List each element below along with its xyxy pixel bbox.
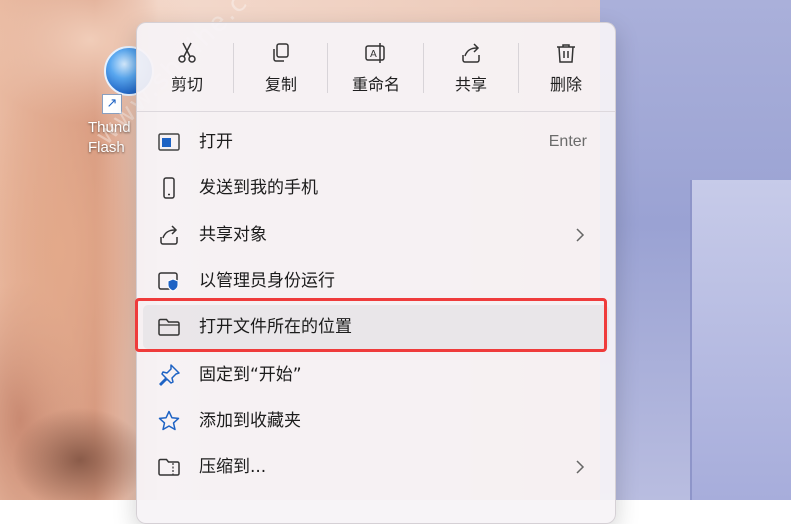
toolbar-separator bbox=[327, 43, 328, 93]
chevron-right-icon bbox=[576, 228, 585, 242]
toolbar-separator bbox=[233, 43, 234, 93]
rename-button[interactable]: A 重命名 bbox=[334, 35, 418, 101]
rename-icon: A bbox=[365, 43, 385, 63]
phone-icon bbox=[163, 177, 175, 199]
pin-icon bbox=[159, 364, 180, 386]
menu-item-label: 打开 bbox=[199, 132, 233, 152]
delete-button[interactable]: 删除 bbox=[524, 35, 608, 101]
menu-item-compress-to[interactable]: 压缩到... bbox=[143, 445, 609, 489]
menu-item-shortcut: Enter bbox=[548, 133, 587, 150]
rename-label: 重命名 bbox=[351, 75, 400, 94]
toolbar-separator bbox=[518, 43, 519, 93]
share-button[interactable]: 共享 bbox=[429, 35, 513, 101]
share-label: 共享 bbox=[454, 75, 487, 94]
svg-text:A: A bbox=[370, 49, 377, 60]
toolbar-divider bbox=[137, 111, 615, 112]
share-icon bbox=[462, 43, 480, 63]
cut-button[interactable]: 剪切 bbox=[145, 35, 229, 101]
admin-shield-icon bbox=[158, 272, 179, 292]
context-menu-toolbar: 剪切 复制 A 重命名 共享 删除 bbox=[137, 23, 615, 107]
scissors-icon bbox=[178, 42, 196, 63]
toolbar-separator bbox=[423, 43, 424, 93]
menu-item-label: 压缩到... bbox=[199, 457, 267, 477]
menu-item-pin-to-start[interactable]: 固定到“开始” bbox=[143, 353, 609, 397]
menu-item-send-to-phone[interactable]: 发送到我的手机 bbox=[143, 166, 609, 210]
zip-folder-icon bbox=[158, 458, 180, 476]
menu-item-label: 固定到“开始” bbox=[199, 365, 302, 385]
cut-label: 剪切 bbox=[170, 75, 203, 94]
copy-button[interactable]: 复制 bbox=[239, 35, 323, 101]
context-menu: 剪切 复制 A 重命名 共享 删除 打开 Enter 发送到我的手机 共享对象 … bbox=[136, 22, 616, 524]
share-icon bbox=[160, 225, 178, 245]
menu-item-label: 打开文件所在的位置 bbox=[199, 317, 352, 337]
menu-item-label: 以管理员身份运行 bbox=[199, 271, 335, 291]
trash-icon bbox=[557, 44, 575, 63]
open-window-icon bbox=[158, 133, 180, 151]
delete-label: 删除 bbox=[549, 75, 582, 94]
menu-item-share-with[interactable]: 共享对象 bbox=[143, 213, 609, 257]
background-shade bbox=[0, 360, 140, 500]
menu-item-run-as-admin[interactable]: 以管理员身份运行 bbox=[143, 259, 609, 303]
copy-label: 复制 bbox=[264, 75, 297, 94]
menu-item-label: 发送到我的手机 bbox=[199, 178, 318, 198]
menu-item-open[interactable]: 打开 Enter bbox=[143, 120, 609, 164]
star-icon bbox=[158, 410, 180, 431]
menu-item-label: 共享对象 bbox=[199, 225, 267, 245]
menu-item-add-to-favorites[interactable]: 添加到收藏夹 bbox=[143, 399, 609, 443]
menu-item-open-file-location[interactable]: 打开文件所在的位置 bbox=[143, 305, 609, 349]
folder-icon bbox=[158, 318, 180, 336]
background-wall-panel bbox=[690, 180, 791, 500]
copy-icon bbox=[273, 43, 289, 62]
menu-item-label: 添加到收藏夹 bbox=[199, 411, 301, 431]
chevron-right-icon bbox=[576, 460, 585, 474]
